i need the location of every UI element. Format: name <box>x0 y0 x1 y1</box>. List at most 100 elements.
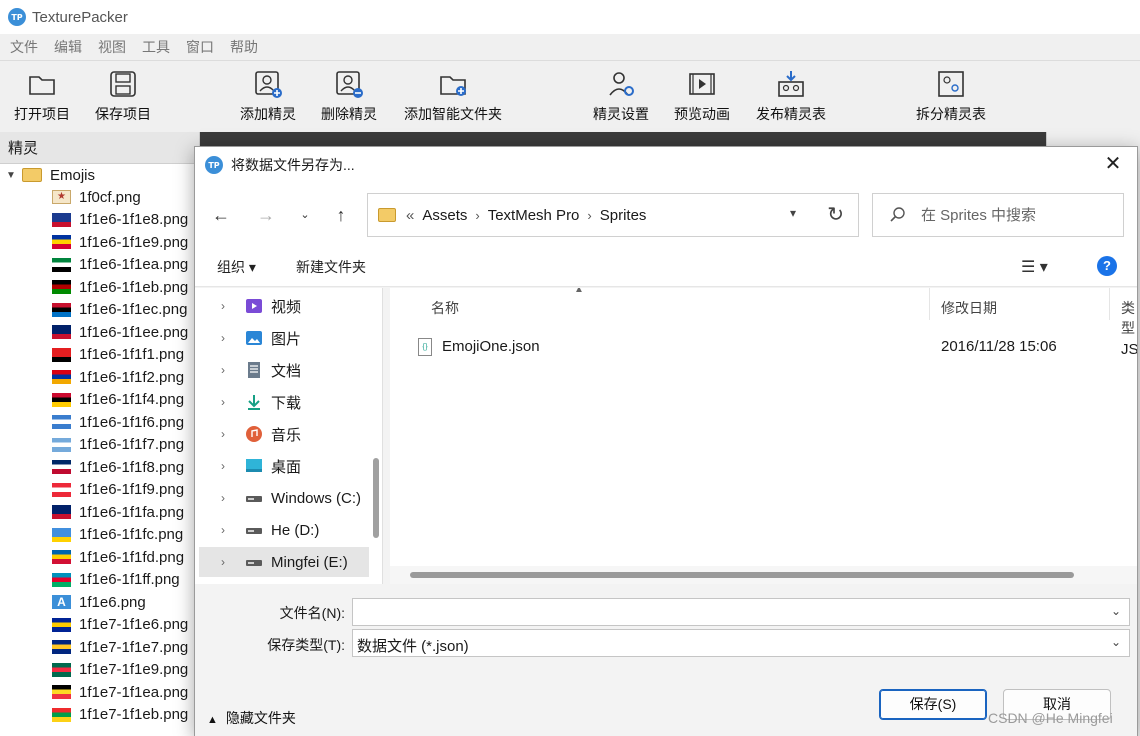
search-box[interactable] <box>872 193 1124 237</box>
filetype-select[interactable]: 数据文件 (*.json) ⌄ <box>352 629 1130 657</box>
sprite-settings-button[interactable]: 精灵设置 <box>591 61 651 133</box>
menu-edit[interactable]: 编辑 <box>44 37 88 57</box>
save-as-dialog: TP 将数据文件另存为... ✕ ← → ⌄ ↑ « Assets › Text… <box>194 146 1138 736</box>
sprite-item[interactable]: 1f1e7-1f1e9.png <box>0 659 199 682</box>
nav-item[interactable]: › 视频 <box>199 291 369 321</box>
back-arrow-icon[interactable]: ← <box>209 203 233 227</box>
sprite-item[interactable]: 1f1e6-1f1f8.png <box>0 456 199 479</box>
publish-sprite-sheet-button[interactable]: 发布精灵表 <box>753 61 829 133</box>
sprite-item[interactable]: 1f1e6-1f1eb.png <box>0 276 199 299</box>
preview-animation-button[interactable]: 预览动画 <box>672 61 732 133</box>
breadcrumb-textmesh-pro[interactable]: TextMesh Pro <box>488 207 580 224</box>
chevron-down-icon[interactable]: ⌄ <box>1111 635 1121 649</box>
column-header-modified[interactable]: 修改日期 <box>941 298 997 318</box>
split-sprite-sheet-button[interactable]: 拆分精灵表 <box>913 61 989 133</box>
sprite-item[interactable]: 1f1e6-1f1ee.png <box>0 321 199 344</box>
nav-item[interactable]: › He (D:) <box>199 515 369 545</box>
sprite-item[interactable]: 1f1e6-1f1f4.png <box>0 389 199 412</box>
open-project-button[interactable]: 打开项目 <box>12 61 72 133</box>
help-icon[interactable]: ? <box>1097 256 1117 276</box>
sprite-item[interactable]: 1f1e6-1f1fc.png <box>0 524 199 547</box>
search-input[interactable] <box>921 206 1111 224</box>
menu-help[interactable]: 帮助 <box>220 37 264 57</box>
chevron-down-icon[interactable]: ⌄ <box>1111 604 1121 618</box>
flag-at-icon <box>52 482 71 497</box>
sprite-item[interactable]: 1f1e7-1f1ea.png <box>0 681 199 704</box>
sprite-item[interactable]: 1f1e6-1f1ea.png <box>0 254 199 277</box>
app-title: TexturePacker <box>32 8 128 26</box>
forward-arrow-icon[interactable]: → <box>254 203 278 227</box>
path-overflow[interactable]: « <box>406 207 414 224</box>
column-header-name[interactable]: 名称 <box>431 298 459 318</box>
filename-input[interactable]: ⌄ <box>352 598 1130 626</box>
hide-folders-toggle[interactable]: ▲ 隐藏文件夹 <box>207 708 296 728</box>
sprite-item[interactable]: 1f1e7-1f1e6.png <box>0 614 199 637</box>
chevron-right-icon[interactable]: › <box>213 331 233 345</box>
view-options-icon[interactable]: ☰ ▾ <box>1021 257 1048 277</box>
flag-al-icon <box>52 347 71 362</box>
nav-item[interactable]: › Mingfei (E:) <box>199 547 369 577</box>
up-arrow-icon[interactable]: ↑ <box>329 203 353 227</box>
breadcrumb-sprites[interactable]: Sprites <box>600 207 647 224</box>
sprite-name: 1f1e7-1f1e7.png <box>79 638 189 656</box>
add-sprites-label: 添加精灵 <box>240 106 296 122</box>
chevron-right-icon[interactable]: › <box>213 299 233 313</box>
nav-item[interactable]: › 下载 <box>199 387 369 417</box>
nav-item[interactable]: › 音乐 <box>199 419 369 449</box>
sprite-item[interactable]: 1f1e6-1f1f6.png <box>0 411 199 434</box>
publish-sprite-sheet-label: 发布精灵表 <box>756 106 826 122</box>
new-folder-button[interactable]: 新建文件夹 <box>296 257 366 277</box>
menu-file[interactable]: 文件 <box>0 37 44 57</box>
sprite-item[interactable]: 1f1e6-1f1f7.png <box>0 434 199 457</box>
sprite-item[interactable]: 1f1e6-1f1e8.png <box>0 209 199 232</box>
breadcrumb-assets[interactable]: Assets <box>422 207 467 224</box>
address-bar[interactable]: « Assets › TextMesh Pro › Sprites ▾ ↻ <box>367 193 859 237</box>
sprite-item[interactable]: 1f1e6-1f1ff.png <box>0 569 199 592</box>
chevron-right-icon[interactable]: › <box>213 395 233 409</box>
nav-item[interactable]: › 图片 <box>199 323 369 353</box>
chevron-right-icon[interactable]: › <box>213 363 233 377</box>
sprite-item[interactable]: 1f1e7-1f1eb.png <box>0 704 199 727</box>
sprite-item[interactable]: 1f1e6-1f1f9.png <box>0 479 199 502</box>
sprite-item[interactable]: 1f1e6-1f1f1.png <box>0 344 199 367</box>
close-icon[interactable]: ✕ <box>1101 153 1125 177</box>
recent-locations-icon[interactable]: ⌄ <box>293 203 317 227</box>
add-sprites-button[interactable]: 添加精灵 <box>238 61 298 133</box>
nav-item[interactable]: › Windows (C:) <box>199 483 369 513</box>
save-button[interactable]: 保存(S) <box>879 689 987 720</box>
nav-scrollbar[interactable] <box>373 458 379 538</box>
sprite-item[interactable]: 1f1e6-1f1f2.png <box>0 366 199 389</box>
chevron-down-icon[interactable]: ▾ <box>790 206 796 220</box>
sprite-item[interactable]: 1f1e7-1f1e7.png <box>0 636 199 659</box>
flag-ag-icon <box>52 302 71 317</box>
chevron-right-icon[interactable]: › <box>213 491 233 505</box>
column-header-type[interactable]: 类型 <box>1121 298 1137 338</box>
menu-window[interactable]: 窗口 <box>176 37 220 57</box>
sprite-item[interactable]: ★ 1f0cf.png <box>0 186 199 209</box>
chevron-right-icon[interactable]: › <box>213 555 233 569</box>
horizontal-scrollbar[interactable] <box>410 572 1074 578</box>
remove-sprites-button[interactable]: 删除精灵 <box>319 61 379 133</box>
menu-view[interactable]: 视图 <box>88 37 132 57</box>
organize-button[interactable]: 组织 ▾ <box>217 257 256 277</box>
sprite-item[interactable]: A 1f1e6.png <box>0 591 199 614</box>
chevron-right-icon[interactable]: › <box>213 427 233 441</box>
nav-item[interactable]: › 桌面 <box>199 451 369 481</box>
column-divider[interactable] <box>929 288 930 320</box>
tree-folder-emojis[interactable]: ▼ Emojis <box>0 164 199 186</box>
add-smart-folder-button[interactable]: 添加智能文件夹 <box>400 61 506 133</box>
sprite-item[interactable]: 1f1e6-1f1fa.png <box>0 501 199 524</box>
nav-item[interactable]: › 文档 <box>199 355 369 385</box>
column-divider[interactable] <box>1109 288 1110 320</box>
sprite-item[interactable]: 1f1e6-1f1ec.png <box>0 299 199 322</box>
refresh-icon[interactable]: ↻ <box>827 202 844 227</box>
menu-tools[interactable]: 工具 <box>132 37 176 57</box>
chevron-right-icon[interactable]: › <box>213 523 233 537</box>
sprite-item[interactable]: 1f1e6-1f1e9.png <box>0 231 199 254</box>
sort-ascending-icon: ▲ <box>574 288 584 295</box>
sprite-item[interactable]: 1f1e6-1f1fd.png <box>0 546 199 569</box>
file-row[interactable]: {} EmojiOne.json 2016/11/28 15:06 JSON 源… <box>390 334 1137 360</box>
save-project-button[interactable]: 保存项目 <box>93 61 153 133</box>
expand-caret-icon[interactable]: ▼ <box>6 170 22 181</box>
chevron-right-icon[interactable]: › <box>213 459 233 473</box>
